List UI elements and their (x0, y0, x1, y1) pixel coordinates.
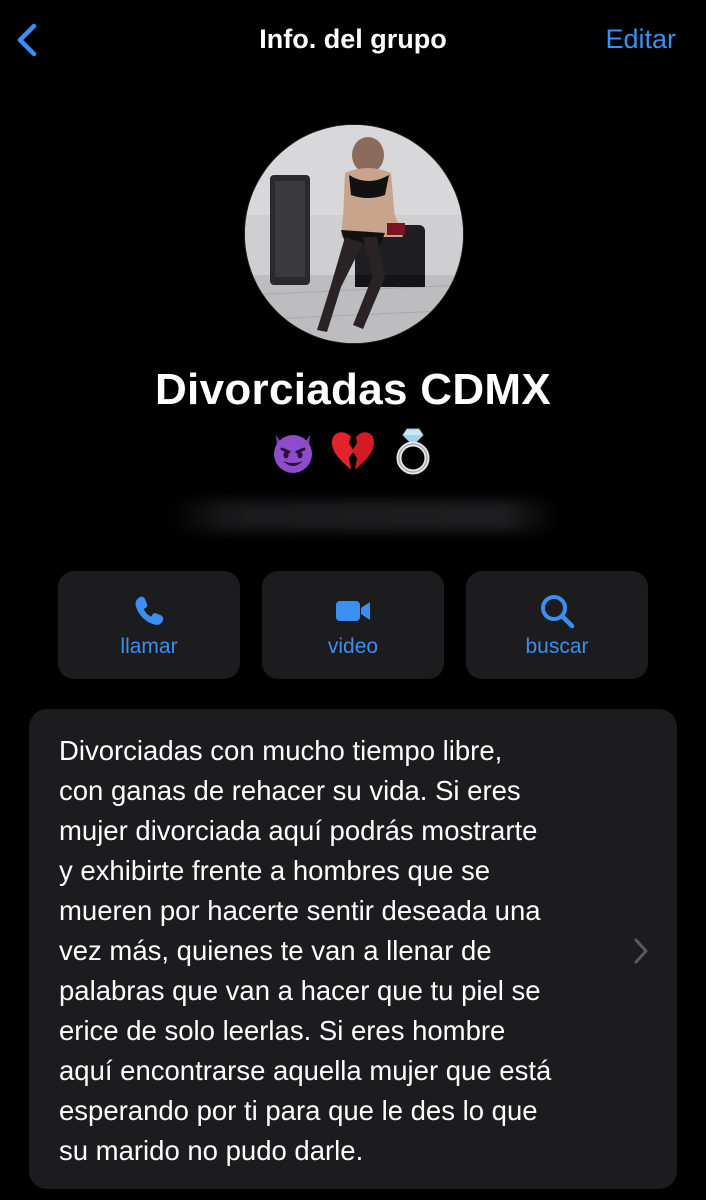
blurred-subtitle (170, 500, 560, 532)
smiling-face-with-horns-emoji (274, 435, 312, 473)
group-photo (245, 125, 463, 343)
broken-heart-emoji (331, 432, 375, 470)
ring-emoji (396, 428, 430, 475)
navigation-bar: Info. del grupo Editar (0, 0, 706, 84)
video-button[interactable]: video (262, 571, 444, 679)
group-name: Divorciadas CDMX (154, 365, 552, 414)
chevron-right-icon (634, 938, 648, 964)
edit-button[interactable]: Editar (605, 24, 676, 55)
group-emoji-row (0, 425, 706, 477)
phone-icon (135, 596, 164, 625)
page-title: Info. del grupo (259, 24, 447, 54)
call-label: llamar (120, 635, 178, 658)
search-icon (541, 595, 575, 629)
description-text: Divorciadas con mucho tiempo libre, con … (59, 735, 552, 1166)
video-camera-icon (336, 601, 370, 621)
action-buttons: llamar video buscar (58, 571, 648, 679)
group-avatar[interactable] (245, 125, 463, 343)
call-button[interactable]: llamar (58, 571, 240, 679)
search-label: buscar (525, 635, 589, 658)
video-label: video (327, 635, 379, 658)
group-description[interactable]: Divorciadas con mucho tiempo libre, con … (29, 709, 677, 1189)
chevron-left-icon (17, 23, 37, 57)
group-info-screen: Info. del grupo Editar Divorciadas CDMX … (0, 0, 706, 1200)
search-button[interactable]: buscar (466, 571, 648, 679)
back-button[interactable] (12, 20, 48, 60)
